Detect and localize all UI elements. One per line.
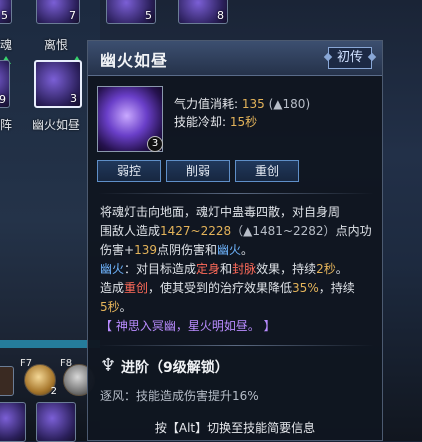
skill-description: 将魂灯击向地面，魂灯中蛊毒四散，对自身周 围敌人造成1427~2228（▲148… [100, 203, 376, 336]
skill-slot[interactable]: 5 [0, 0, 12, 24]
skill-icon: 3 [97, 86, 163, 152]
panel-accent-strip [0, 340, 100, 348]
divider [98, 193, 374, 194]
tag-weak-control: 弱控 [97, 160, 161, 182]
cooldown: 技能冷却: 15秒 [174, 115, 258, 129]
tag-heavy-wound: 重创 [235, 160, 299, 182]
divider [98, 345, 374, 346]
flavor-text: 【 神思入冥幽，星火明如昼。 】 [100, 319, 276, 333]
trident-icon: ♆ [100, 355, 117, 376]
skill-slot[interactable]: 7 [36, 0, 80, 24]
energy-cost: 气力值消耗: 135 (▲180) [174, 97, 311, 111]
rank-badge: 初传 [327, 47, 372, 69]
tag-weaken: 削弱 [166, 160, 230, 182]
skill-slot[interactable]: 9 [0, 60, 10, 108]
advance-title: 进阶（9级解锁） [121, 360, 229, 376]
skill-slot[interactable] [0, 402, 26, 442]
skill-slot-label: 魂 [0, 38, 13, 52]
upgrade-arrow-icon: ▲ [273, 97, 283, 111]
skill-tooltip: 幽火如昼 初传 3 气力值消耗: 135 (▲180) 技能冷却: 15秒 弱控… [87, 40, 383, 441]
skill-level-badge: 3 [147, 136, 163, 152]
skill-slot-label: 阵 [0, 118, 13, 132]
skill-slot-label: 离恨 [44, 38, 69, 52]
skill-slot[interactable]: 8 [178, 0, 228, 24]
item-slot[interactable] [0, 366, 14, 396]
skill-slot-label: 幽火如昼 [32, 118, 81, 132]
skill-title: 幽火如昼 [100, 51, 169, 70]
skill-slot[interactable] [36, 402, 76, 442]
alt-hint: 按【Alt】切换至技能简要信息 [154, 421, 316, 435]
item-slot[interactable]: 2 [24, 364, 57, 397]
tooltip-header: 幽火如昼 初传 [88, 41, 382, 76]
advance-description: 逐风：技能造成伤害提升16% [100, 389, 259, 403]
skill-slot-selected[interactable]: 3 [34, 60, 82, 108]
skill-slot[interactable]: 5 [106, 0, 156, 24]
